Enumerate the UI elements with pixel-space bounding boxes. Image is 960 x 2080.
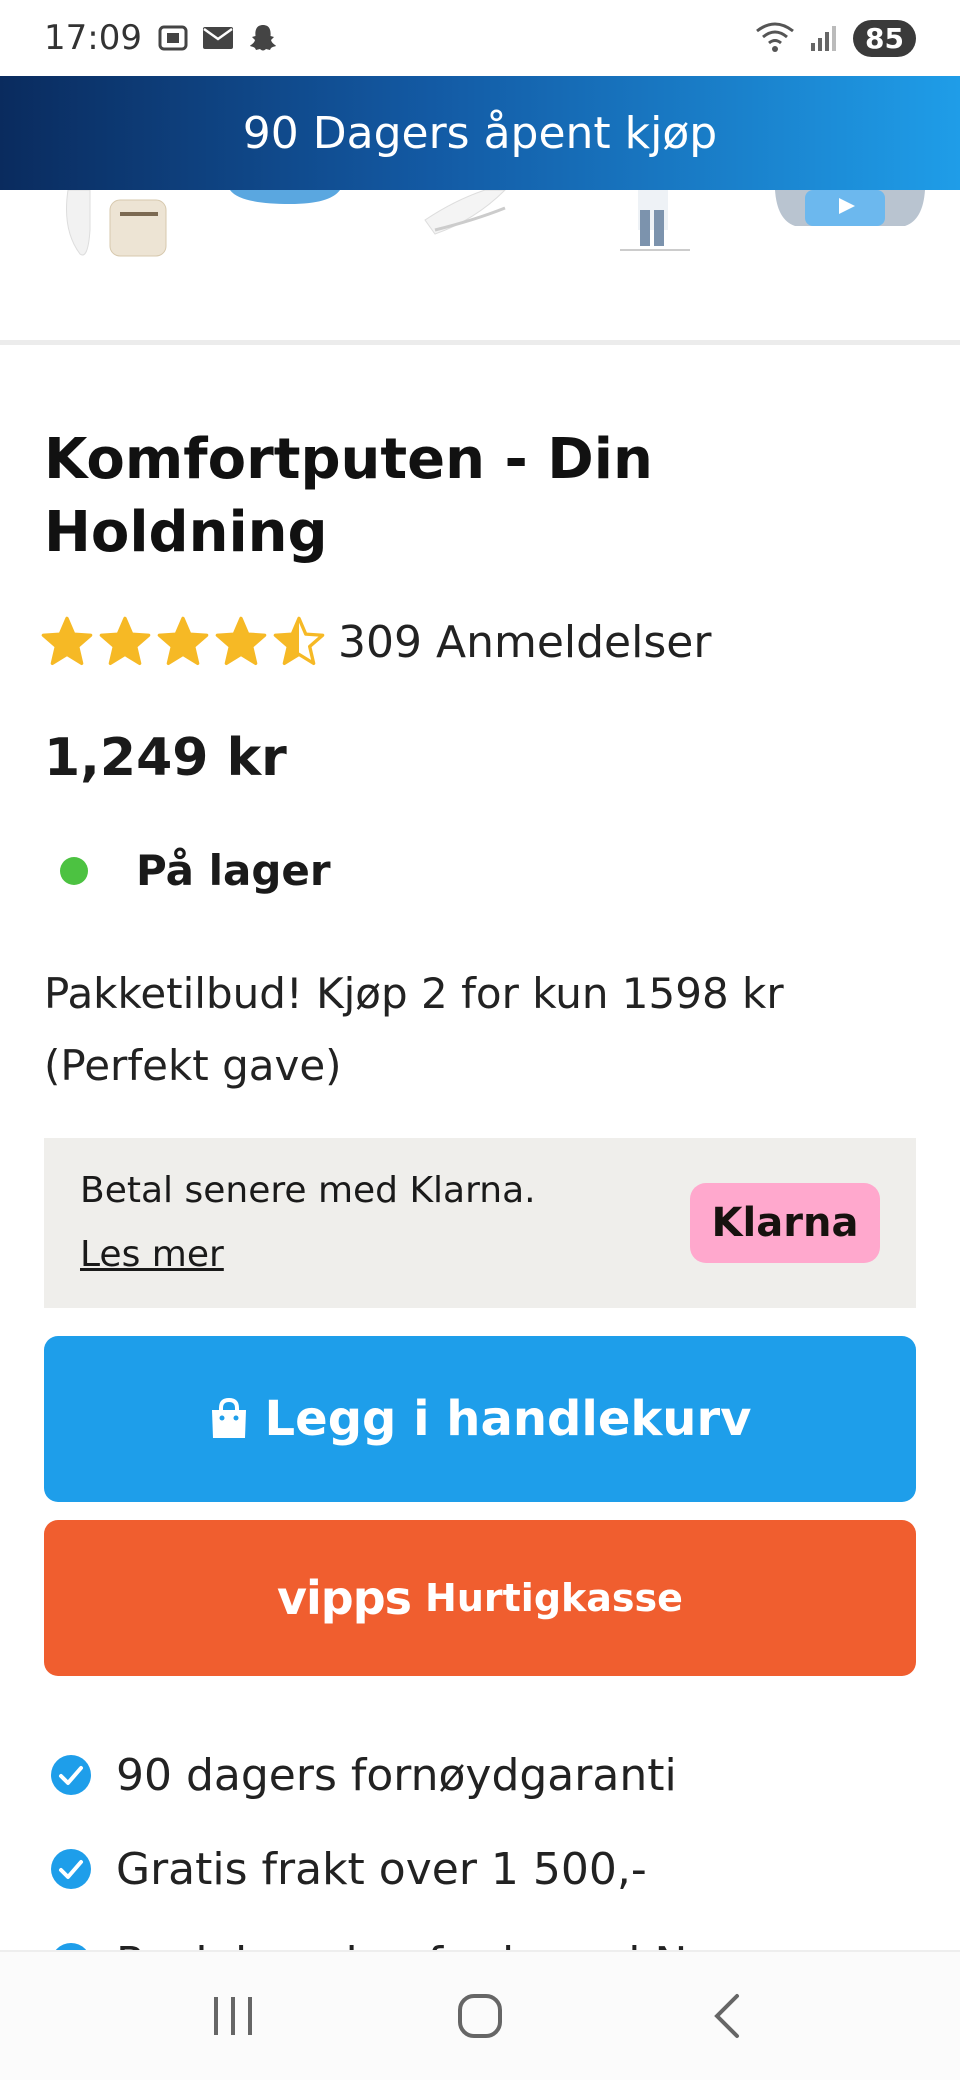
benefit-item: Gratis frakt over 1 500,- <box>50 1822 930 1916</box>
system-status: 85 <box>755 19 916 57</box>
mail-icon <box>202 27 233 49</box>
add-to-cart-label: Legg i handlekurv <box>264 1391 752 1447</box>
back-button[interactable] <box>687 1976 767 2056</box>
status-bar: 17:09 85 <box>0 0 960 76</box>
notification-icons <box>158 23 278 53</box>
add-to-cart-button[interactable]: Legg i handlekurv <box>44 1336 916 1502</box>
product-thumbnail[interactable] <box>230 190 340 260</box>
home-button[interactable] <box>440 1976 520 2056</box>
signal-icon <box>811 26 837 51</box>
benefits-list: 90 dagers fornøydgaranti Gratis frakt ov… <box>50 1728 930 1952</box>
battery-indicator: 85 <box>853 19 916 57</box>
back-arrow-icon <box>713 1994 739 2038</box>
system-navigation-bar <box>0 1950 960 2080</box>
vipps-checkout-button[interactable]: vipps Hurtigkasse <box>44 1520 916 1676</box>
star-full-icon <box>215 616 267 666</box>
rating-row[interactable]: 309 Anmeldelser <box>40 612 711 672</box>
rating-stars <box>40 615 326 669</box>
benefit-text: 90 dagers fornøydgaranti <box>116 1749 677 1801</box>
vipps-checkout-label: Hurtigkasse <box>425 1576 683 1620</box>
klarna-info-box: Betal senere med Klarna. Les mer Klarna <box>44 1138 916 1308</box>
vipps-logo: vipps <box>277 1571 412 1625</box>
star-full-icon <box>157 616 209 666</box>
recent-apps-button[interactable] <box>193 1976 273 2056</box>
wifi-icon <box>756 22 794 52</box>
stock-status: På lager <box>60 846 331 895</box>
star-full-icon <box>41 616 93 666</box>
product-thumbnail[interactable] <box>600 190 710 260</box>
bundle-offer-text: Pakketilbud! Kjøp 2 for kun 1598 kr (Per… <box>44 969 784 1090</box>
shopping-bag-icon <box>211 1398 246 1438</box>
star-half-icon <box>273 616 325 666</box>
home-icon <box>457 1994 502 2038</box>
product-thumbnail-strip[interactable] <box>0 190 960 340</box>
benefit-item: 90 dagers fornøydgaranti <box>50 1728 930 1822</box>
snapchat-icon <box>249 25 276 51</box>
recent-apps-icon <box>214 1997 253 2035</box>
status-time: 17:09 <box>44 18 142 58</box>
klarna-text-block: Betal senere med Klarna. Les mer <box>80 1159 536 1287</box>
product-title: Komfortputen - Din Holdning <box>44 427 653 565</box>
review-count[interactable]: 309 Anmeldelser <box>338 617 711 668</box>
video-thumbnail[interactable] <box>775 190 925 230</box>
check-circle-icon <box>51 1755 91 1795</box>
klarna-message: Betal senere med Klarna. <box>80 1170 536 1211</box>
screenshot-icon <box>158 25 188 51</box>
section-divider <box>0 340 960 345</box>
check-circle-icon <box>51 1849 91 1889</box>
product-thumbnail[interactable] <box>60 190 170 260</box>
promo-text: 90 Dagers åpent kjøp <box>242 107 718 159</box>
klarna-logo: Klarna <box>690 1183 880 1263</box>
product-price: 1,249 kr <box>44 728 287 788</box>
benefit-item: Rask levering fra lager i Norge <box>50 1916 930 1952</box>
promo-banner[interactable]: 90 Dagers åpent kjøp <box>0 76 960 190</box>
product-thumbnail[interactable] <box>415 190 525 260</box>
stock-status-text: På lager <box>136 846 331 895</box>
star-full-icon <box>99 616 151 666</box>
stock-indicator-dot <box>60 856 88 885</box>
benefit-text: Gratis frakt over 1 500,- <box>116 1843 647 1895</box>
klarna-read-more-link[interactable]: Les mer <box>80 1234 224 1275</box>
